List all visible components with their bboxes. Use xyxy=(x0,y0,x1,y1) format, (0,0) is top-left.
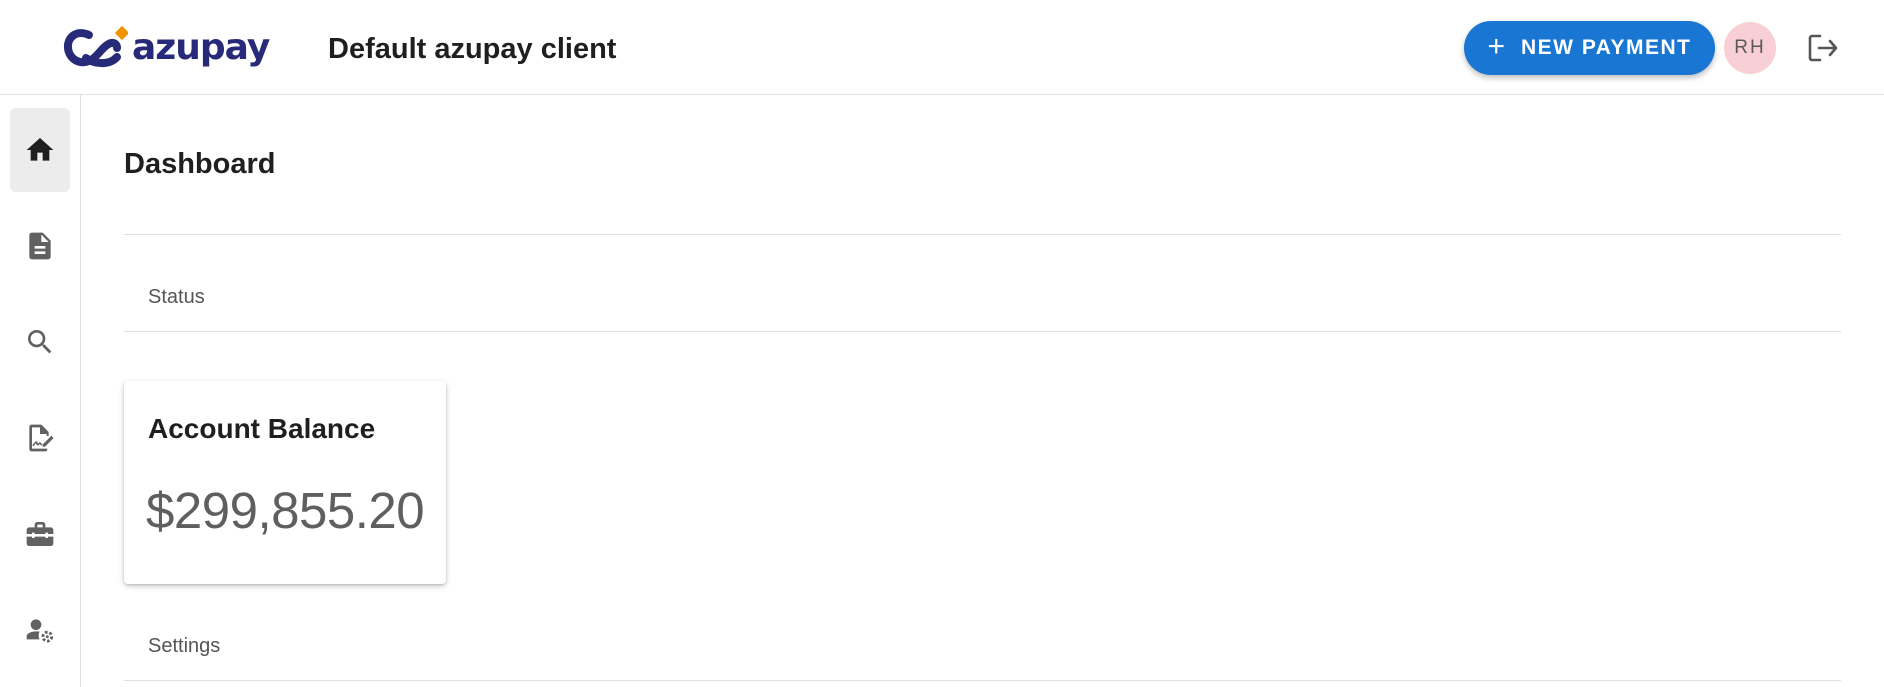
app: azupay Default azupay client + NEW PAYME… xyxy=(0,0,1884,687)
sidebar-item-tools[interactable] xyxy=(10,492,70,576)
client-name: Default azupay client xyxy=(328,33,617,65)
sidebar-nav xyxy=(0,95,81,687)
plus-icon: + xyxy=(1487,29,1505,63)
logo-text: azupay xyxy=(132,27,270,68)
sidebar-item-home[interactable] xyxy=(10,108,70,192)
status-divider xyxy=(124,331,1841,332)
new-payment-button[interactable]: + NEW PAYMENT xyxy=(1464,21,1715,75)
account-balance-value: $299,855.20 xyxy=(146,482,425,539)
page-title: Dashboard xyxy=(124,148,276,180)
account-balance-title: Account Balance xyxy=(148,413,376,444)
status-section-label: Status xyxy=(148,286,205,308)
settings-section-label: Settings xyxy=(148,635,221,657)
signature-document-icon xyxy=(29,424,54,452)
title-divider xyxy=(124,234,1841,235)
user-settings-icon xyxy=(26,619,54,643)
document-icon xyxy=(29,232,51,260)
azupay-logo[interactable]: azupay xyxy=(62,25,270,71)
toolbox-icon xyxy=(26,522,54,546)
sidebar-item-search[interactable] xyxy=(10,300,70,384)
search-icon xyxy=(28,330,52,354)
home-icon xyxy=(26,138,54,161)
account-balance-card: Account Balance $299,855.20 xyxy=(124,381,446,584)
user-avatar[interactable]: RH xyxy=(1724,22,1776,74)
logo-mark-icon xyxy=(63,25,128,68)
top-bar: azupay Default azupay client + NEW PAYME… xyxy=(0,0,1884,95)
sidebar-item-signed-documents[interactable] xyxy=(10,396,70,480)
sidebar-item-user-settings[interactable] xyxy=(10,588,70,672)
new-payment-label: NEW PAYMENT xyxy=(1521,36,1692,59)
logout-icon[interactable] xyxy=(1805,30,1841,66)
sidebar-item-documents[interactable] xyxy=(10,204,70,288)
settings-divider xyxy=(124,680,1841,681)
